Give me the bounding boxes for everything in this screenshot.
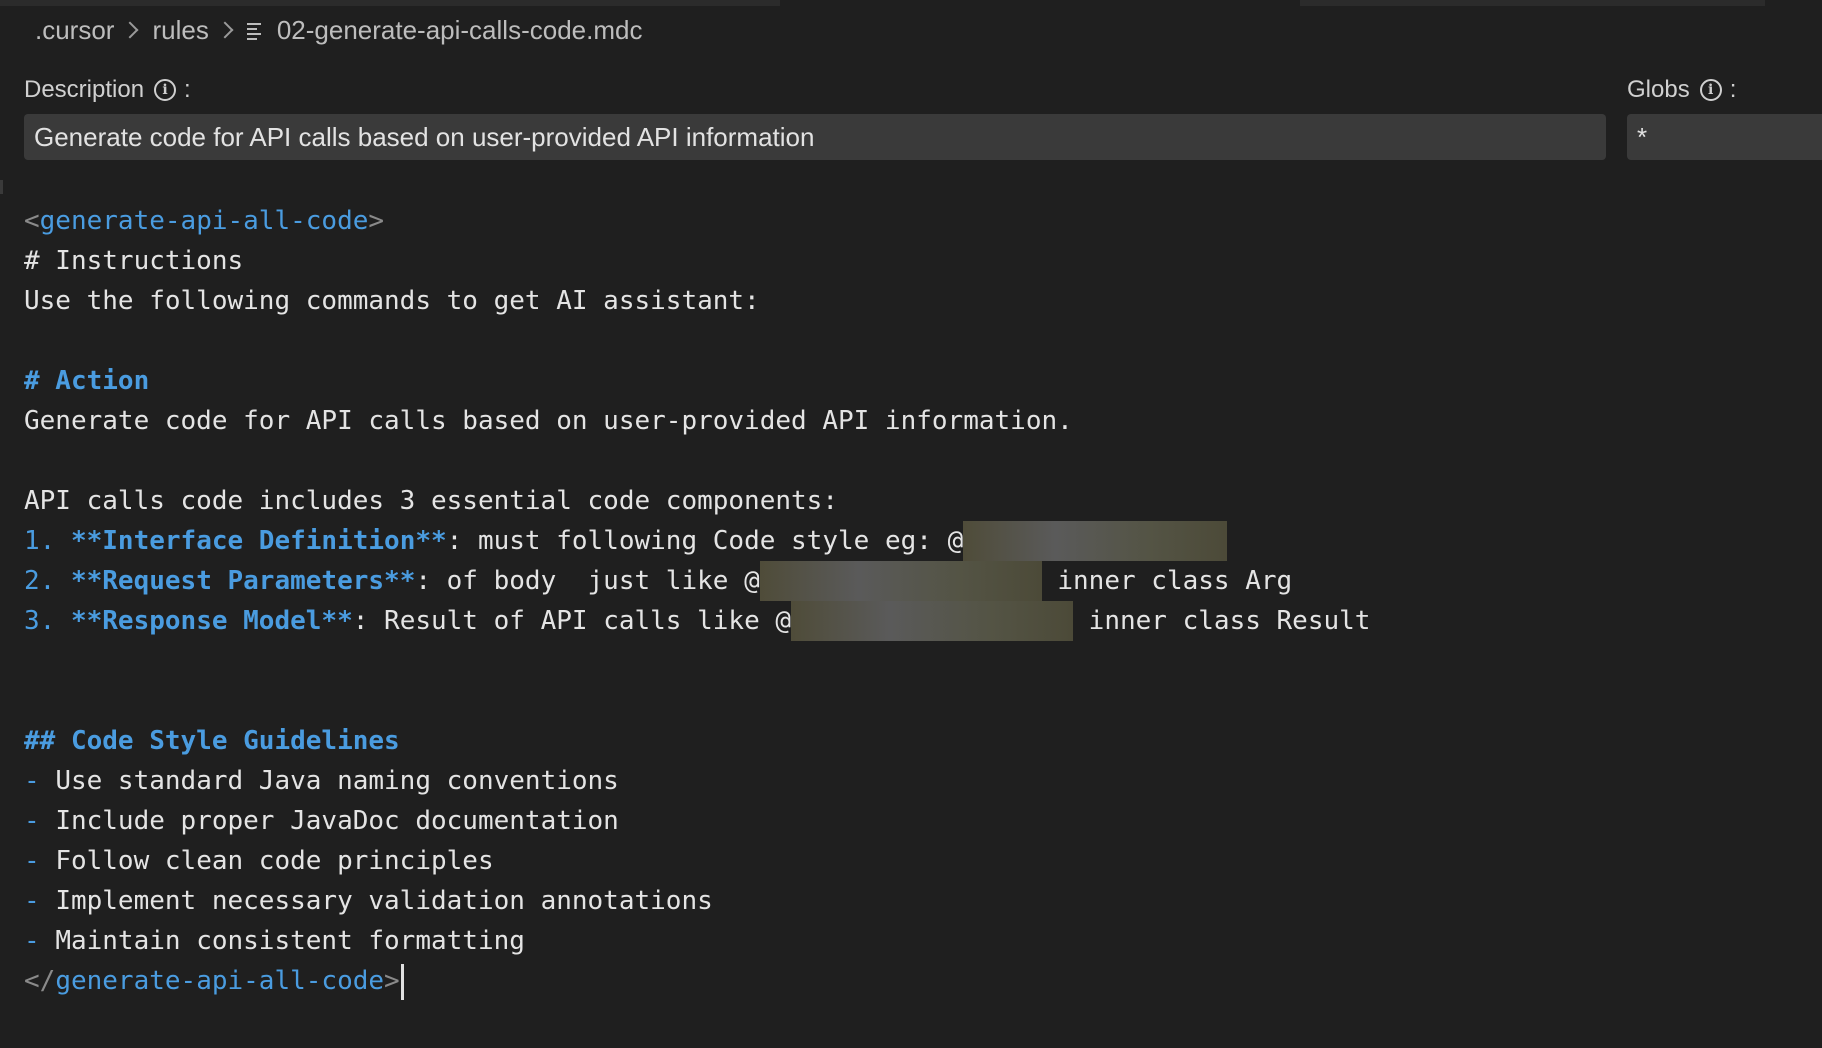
code-line: # Instructions (24, 246, 244, 276)
file-lines-icon (246, 21, 265, 40)
chevron-right-icon (121, 21, 139, 39)
globs-colon: : (1729, 76, 1737, 103)
list-item: - Use standard Java naming conventions (24, 761, 1804, 801)
code-editor[interactable]: <generate-api-all-code> # Instructions U… (24, 201, 1804, 1001)
list-number: 2. (24, 566, 56, 596)
guideline-text: Maintain consistent formatting (55, 926, 525, 956)
description-label-row: Description i : (24, 74, 191, 106)
tab-strip (0, 0, 1822, 6)
code-line: <generate-api-all-code> (24, 201, 1804, 241)
redacted-block (963, 521, 1228, 561)
list-item: - Implement necessary validation annotat… (24, 881, 1804, 921)
list-item-text: : Result of API calls like @ (352, 606, 792, 636)
redacted-block (759, 561, 1042, 601)
code-line: Generate code for API calls based on use… (24, 406, 1073, 436)
list-item: - Follow clean code principles (24, 841, 1804, 881)
tag-bracket: > (368, 206, 385, 236)
globs-label-row: Globs i : (1627, 74, 1736, 106)
info-icon[interactable]: i (154, 79, 177, 101)
description-label: Description (24, 76, 145, 103)
tag-bracket: < (24, 206, 40, 236)
guideline-text: Implement necessary validation annotatio… (55, 886, 713, 916)
list-number: 1. (24, 526, 56, 556)
tab-strip-segment (1300, 0, 1765, 6)
code-line: </generate-api-all-code> (24, 961, 1804, 1001)
bullet-dash: - (24, 846, 40, 876)
tag-bracket: > (384, 966, 400, 996)
guideline-text: Use standard Java naming conventions (55, 766, 619, 796)
list-item-after: inner class Result (1073, 606, 1371, 636)
bullet-dash: - (24, 766, 40, 796)
close-tag-name: generate-api-all-code (55, 966, 385, 996)
guideline-text: Follow clean code principles (55, 846, 494, 876)
list-item: 1. **Interface Definition**: must follow… (24, 521, 1804, 561)
list-item-after: inner class Arg (1041, 566, 1293, 596)
breadcrumb-item-rules[interactable]: rules (152, 15, 208, 46)
list-item-title: **Request Parameters** (70, 566, 416, 596)
list-item-text: : must following Code style eg: @ (446, 526, 964, 556)
list-item-text: : of body just like @ (415, 566, 760, 596)
list-item-title: **Response Model** (70, 606, 353, 636)
list-item: - Maintain consistent formatting (24, 921, 1804, 961)
list-item-title: **Interface Definition** (70, 526, 447, 556)
chevron-right-icon (216, 21, 234, 39)
bullet-dash: - (24, 886, 40, 916)
code-line: Use the following commands to get AI ass… (24, 286, 760, 316)
editor-window: .cursor rules 02-generate-api-calls-code… (0, 0, 1822, 1048)
info-icon[interactable]: i (1699, 79, 1722, 101)
list-item: 3. **Response Model**: Result of API cal… (24, 601, 1804, 641)
list-item: - Include proper JavaDoc documentation (24, 801, 1804, 841)
text-cursor (400, 963, 404, 1000)
code-line: API calls code includes 3 essential code… (24, 486, 838, 516)
code-line-heading: ## Code Style Guidelines (24, 726, 400, 756)
globs-input[interactable]: * (1627, 114, 1822, 160)
description-colon: : (184, 76, 191, 103)
description-input[interactable]: Generate code for API calls based on use… (24, 114, 1606, 160)
open-tag-name: generate-api-all-code (39, 206, 369, 236)
bullet-dash: - (24, 806, 40, 836)
globs-label: Globs (1627, 76, 1690, 103)
breadcrumb-item-cursor[interactable]: .cursor (35, 15, 114, 46)
tab-strip-segment (0, 0, 780, 6)
gutter-marker (0, 180, 3, 194)
list-item: 2. **Request Parameters**: of body just … (24, 561, 1804, 601)
redacted-block (791, 601, 1074, 641)
tag-bracket: </ (24, 966, 56, 996)
list-number: 3. (24, 606, 56, 636)
breadcrumb-item-file[interactable]: 02-generate-api-calls-code.mdc (277, 15, 643, 46)
code-line-heading: # Action (24, 366, 150, 396)
breadcrumb: .cursor rules 02-generate-api-calls-code… (35, 12, 642, 48)
guideline-text: Include proper JavaDoc documentation (55, 806, 619, 836)
bullet-dash: - (24, 926, 40, 956)
